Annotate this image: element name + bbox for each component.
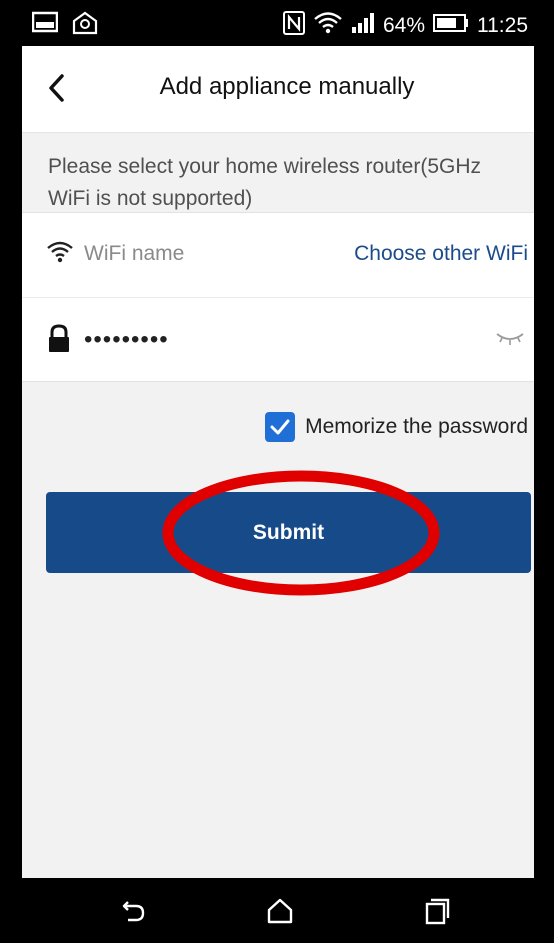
memorize-password-toggle[interactable]: Memorize the password [265,412,528,442]
signal-icon [351,12,375,40]
wifi-icon [313,10,343,42]
eye-closed-icon[interactable] [494,328,526,348]
wifi-form: WiFi name Choose other WiFi [22,212,534,382]
gallery-icon [31,11,59,40]
battery-icon [433,13,469,39]
app-header: Add appliance manually [22,46,534,132]
password-row [22,298,534,383]
home-icon[interactable] [265,896,295,926]
lock-icon [46,324,74,352]
router-hint-text: Please select your home wireless router(… [22,132,534,212]
battery-level: 64% [382,14,425,37]
back-icon[interactable] [118,896,148,926]
frame-edge-left [0,0,22,943]
system-nav-bar [22,878,534,943]
memorize-label: Memorize the password [305,415,528,438]
frame-edge-right [534,0,554,943]
page-title: Add appliance manually [159,73,415,100]
checkmark-icon [270,419,290,435]
recent-apps-icon[interactable] [422,896,452,926]
choose-other-wifi-link[interactable]: Choose other WiFi [354,242,528,266]
nfc-icon [282,11,305,41]
submit-button[interactable]: Submit [46,492,531,573]
password-input[interactable] [84,322,464,358]
app-screen: 64% 11:25 Add appliance manually Please … [22,0,534,943]
clock: 11:25 [477,14,528,37]
email-icon [72,11,98,40]
status-bar: 64% 11:25 [22,0,534,46]
wifi-icon [46,239,74,267]
memorize-checkbox[interactable] [265,412,296,442]
wifi-name-row: WiFi name Choose other WiFi [22,213,534,298]
wifi-name-field[interactable]: WiFi name [84,242,184,266]
